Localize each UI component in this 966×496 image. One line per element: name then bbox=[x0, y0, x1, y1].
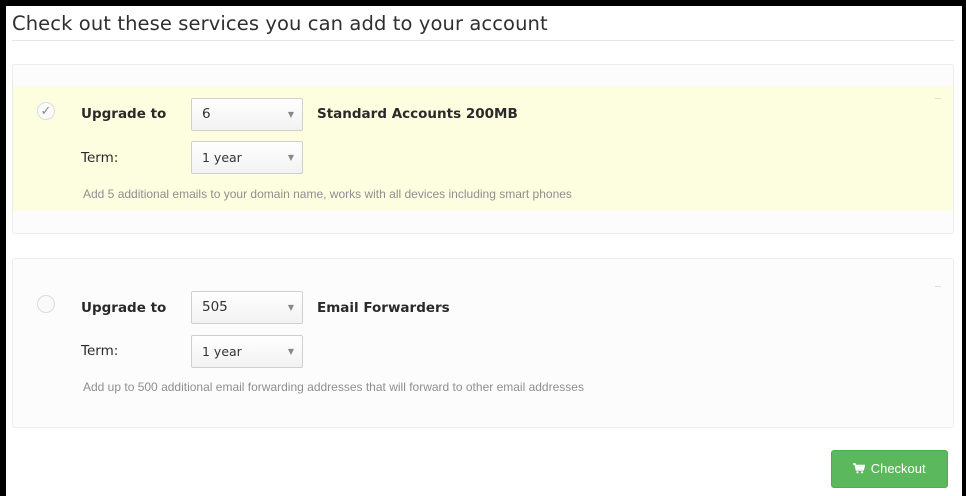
checkout-label: Checkout bbox=[870, 461, 926, 476]
quantity-value: 505 bbox=[202, 299, 228, 315]
checkout-button[interactable]: Checkout bbox=[831, 450, 948, 488]
quantity-select[interactable]: 505 ▼ bbox=[191, 291, 303, 324]
upgrade-label: Upgrade to bbox=[81, 106, 167, 122]
upgrade-label: Upgrade to bbox=[81, 300, 167, 316]
quantity-select[interactable]: 6 ▼ bbox=[191, 98, 303, 131]
title-divider bbox=[12, 40, 954, 41]
chevron-down-icon: ▼ bbox=[287, 347, 294, 356]
divider bbox=[935, 286, 941, 287]
service-description: Add up to 500 additional email forwardin… bbox=[83, 380, 584, 394]
term-label: Term: bbox=[81, 150, 119, 166]
quantity-value: 6 bbox=[202, 106, 211, 122]
term-value: 1 year bbox=[202, 344, 242, 359]
select-service-checkbox[interactable]: ✓ bbox=[37, 102, 55, 120]
product-name: Email Forwarders bbox=[317, 300, 450, 316]
page-title: Check out these services you can add to … bbox=[12, 12, 548, 35]
term-label: Term: bbox=[81, 343, 119, 359]
term-select[interactable]: 1 year ▼ bbox=[191, 141, 303, 174]
term-select[interactable]: 1 year ▼ bbox=[191, 335, 303, 368]
divider bbox=[935, 98, 941, 99]
service-card-email-forwarders: Upgrade to 505 ▼ Email Forwarders Term: … bbox=[12, 258, 954, 428]
chevron-down-icon: ▼ bbox=[287, 110, 294, 119]
term-value: 1 year bbox=[202, 150, 242, 165]
product-name: Standard Accounts 200MB bbox=[317, 106, 518, 122]
cart-icon bbox=[853, 462, 868, 476]
check-icon: ✓ bbox=[40, 103, 52, 118]
select-service-checkbox[interactable] bbox=[37, 295, 55, 313]
chevron-down-icon: ▼ bbox=[287, 153, 294, 162]
service-card-standard-accounts: ✓ Upgrade to 6 ▼ Standard Accounts 200MB… bbox=[12, 64, 954, 234]
chevron-down-icon: ▼ bbox=[287, 303, 294, 312]
service-description: Add 5 additional emails to your domain n… bbox=[83, 187, 572, 201]
